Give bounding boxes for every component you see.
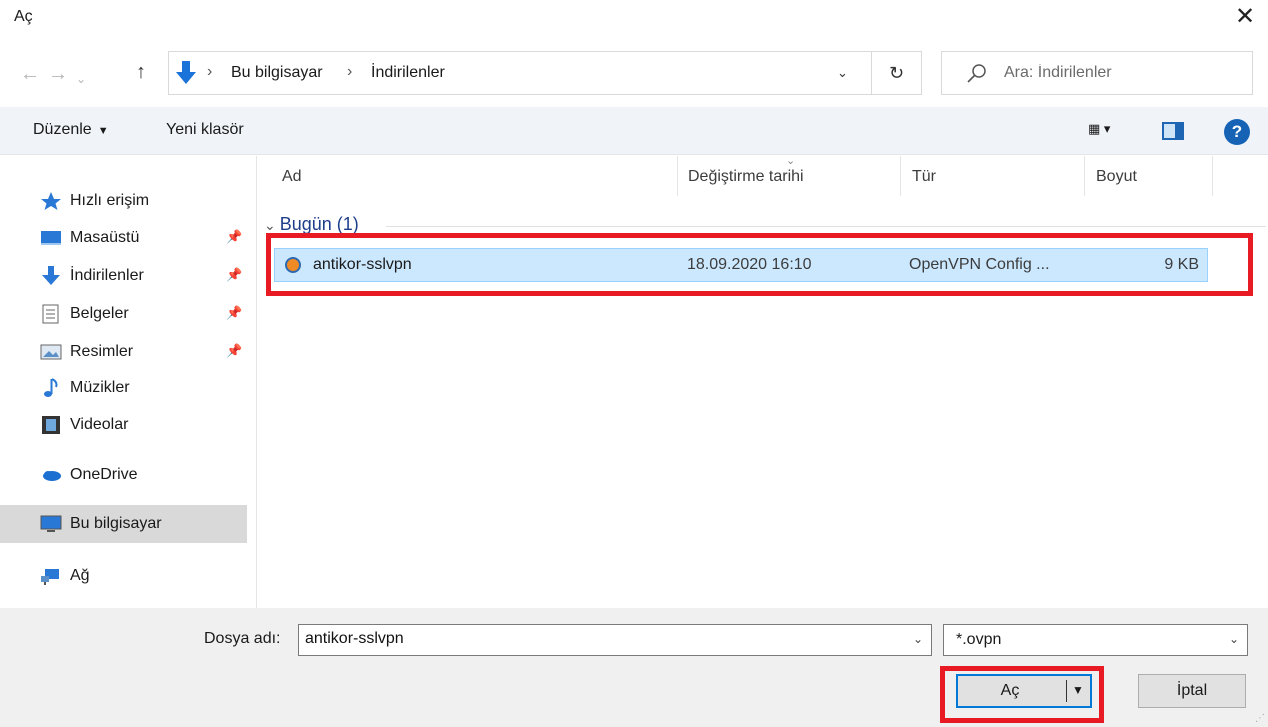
filename-input[interactable]	[305, 630, 895, 648]
pin-icon[interactable]: 📌	[226, 267, 242, 283]
group-label: Bugün (1)	[279, 214, 359, 234]
address-bar[interactable]: › Bu bilgisayar › İndirilenler ⌄	[168, 51, 872, 95]
column-header-size[interactable]: Boyut	[1096, 168, 1137, 186]
close-icon[interactable]: ✕	[1230, 2, 1260, 32]
group-header-today[interactable]: ⌄ Bugün (1)	[264, 214, 359, 235]
sidebar-item-pictures[interactable]: Resimler 📌	[0, 333, 247, 371]
filename-label: Dosya adı:	[204, 630, 281, 647]
download-icon	[40, 266, 62, 286]
pictures-icon	[40, 342, 62, 362]
breadcrumb-separator[interactable]: ›	[207, 63, 212, 81]
pin-icon[interactable]: 📌	[226, 343, 242, 359]
sidebar-item-label: OneDrive	[70, 466, 138, 483]
navigation-bar: ← → ⌄ ↑ › Bu bilgisayar › İndirilenler ⌄…	[0, 44, 1268, 104]
computer-icon	[40, 514, 62, 534]
organize-button[interactable]: Düzenle ▼	[33, 121, 109, 139]
sidebar-item-label: Resimler	[70, 343, 134, 360]
highlight-box-open	[940, 666, 1104, 723]
search-icon	[966, 63, 988, 85]
sidebar-item-quick-access[interactable]: Hızlı erişim	[0, 182, 247, 220]
command-bar: Düzenle ▼ Yeni klasör ▦ ▾ ?	[0, 107, 1268, 155]
sidebar-item-label: İndirilenler	[70, 267, 144, 284]
sidebar-item-onedrive[interactable]: OneDrive	[0, 456, 247, 494]
filename-combobox[interactable]: ⌄	[298, 624, 932, 656]
recent-locations-chevron-icon[interactable]: ⌄	[76, 67, 86, 91]
filetype-value: *.ovpn	[956, 631, 1002, 648]
downloads-arrow-icon	[175, 60, 197, 86]
breadcrumb-downloads[interactable]: İndirilenler	[371, 64, 445, 82]
back-arrow-icon[interactable]: ←	[20, 62, 40, 86]
breadcrumb-separator[interactable]: ›	[347, 63, 352, 81]
column-header-name[interactable]: Ad	[282, 168, 302, 186]
column-divider[interactable]	[1212, 156, 1213, 196]
star-icon	[40, 191, 62, 211]
breadcrumb-this-pc[interactable]: Bu bilgisayar	[231, 64, 323, 82]
organize-label: Düzenle	[33, 121, 92, 138]
sidebar-item-music[interactable]: Müzikler	[0, 369, 247, 407]
highlight-box-file	[266, 233, 1253, 296]
sidebar-item-label: Ağ	[70, 567, 90, 584]
cloud-icon	[40, 465, 62, 485]
sidebar-item-label: Belgeler	[70, 305, 129, 322]
address-dropdown-icon[interactable]: ⌄	[837, 65, 848, 81]
sort-indicator-icon: ⌄	[786, 155, 796, 167]
organize-dropdown-icon: ▼	[97, 125, 109, 137]
sidebar-item-network[interactable]: Ağ	[0, 557, 247, 595]
sidebar-item-downloads[interactable]: İndirilenler 📌	[0, 257, 247, 295]
sidebar-item-label: Müzikler	[70, 379, 130, 396]
search-box[interactable]	[941, 51, 1253, 95]
chevron-down-icon[interactable]: ⌄	[1229, 632, 1239, 646]
navigation-pane: Hızlı erişim Masaüstü 📌 İndirilenler 📌 B…	[0, 156, 257, 608]
forward-arrow-icon[interactable]: →	[48, 62, 68, 86]
refresh-icon[interactable]: ↻	[872, 51, 922, 95]
filetype-select[interactable]: *.ovpn ⌄	[943, 624, 1248, 656]
chevron-down-icon[interactable]: ⌄	[913, 632, 923, 646]
view-options-icon[interactable]: ▦ ▾	[1088, 121, 1110, 137]
sidebar-item-label: Masaüstü	[70, 229, 140, 246]
window-title: Aç	[14, 8, 33, 25]
music-icon	[40, 378, 62, 398]
column-header-type[interactable]: Tür	[912, 168, 936, 186]
sidebar-item-this-pc[interactable]: Bu bilgisayar	[0, 505, 247, 543]
column-divider[interactable]	[900, 156, 901, 196]
sidebar-item-label: Hızlı erişim	[70, 192, 150, 209]
collapse-chevron-icon: ⌄	[264, 217, 276, 233]
up-arrow-icon[interactable]: ↑	[136, 60, 146, 84]
sidebar-item-label: Videolar	[70, 416, 129, 433]
network-icon	[40, 566, 62, 586]
pin-icon[interactable]: 📌	[226, 305, 242, 321]
title-bar: Aç ✕	[0, 0, 1268, 44]
sidebar-item-label: Bu bilgisayar	[70, 515, 162, 532]
preview-pane-icon[interactable]	[1162, 122, 1184, 140]
sidebar-item-documents[interactable]: Belgeler 📌	[0, 295, 247, 333]
resize-grip-icon[interactable]: ⋰	[1255, 713, 1265, 724]
search-input[interactable]	[1004, 64, 1244, 82]
dialog-footer: Dosya adı: ⌄ *.ovpn ⌄ Aç ▼ İptal ⋰	[0, 608, 1268, 727]
desktop-icon	[40, 228, 62, 248]
cancel-button[interactable]: İptal	[1138, 674, 1246, 708]
document-icon	[40, 304, 62, 324]
column-header-date[interactable]: Değiştirme tarihi	[688, 168, 804, 186]
sidebar-item-desktop[interactable]: Masaüstü 📌	[0, 219, 247, 257]
column-divider[interactable]	[677, 156, 678, 196]
group-divider	[386, 226, 1266, 227]
new-folder-button[interactable]: Yeni klasör	[166, 121, 244, 139]
pin-icon[interactable]: 📌	[226, 229, 242, 245]
column-divider[interactable]	[1084, 156, 1085, 196]
file-list: Ad ⌄ Değiştirme tarihi Tür Boyut ⌄ Bugün …	[258, 155, 1268, 608]
video-icon	[40, 415, 62, 435]
help-icon[interactable]: ?	[1224, 119, 1250, 145]
sidebar-item-videos[interactable]: Videolar	[0, 406, 247, 444]
